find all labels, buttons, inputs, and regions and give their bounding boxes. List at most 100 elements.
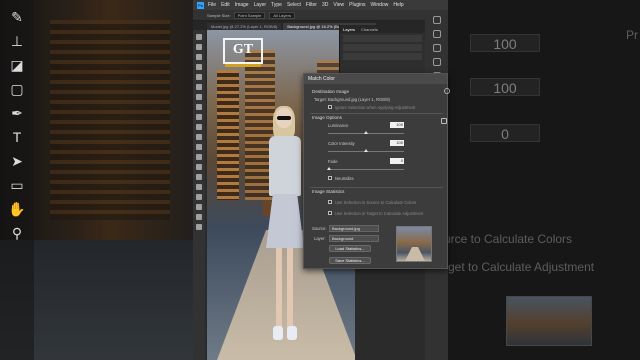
load-statistics-button[interactable]: Load Statistics... xyxy=(329,245,371,252)
use-selection-target-label: Use Selection in Target to Calculate Adj… xyxy=(335,211,424,216)
stamp-icon: ⊥ xyxy=(10,33,24,49)
neutralize-checkbox[interactable] xyxy=(328,176,332,180)
adjustments-panel-icon[interactable] xyxy=(432,44,441,52)
use-selection-target-checkbox[interactable] xyxy=(328,211,332,215)
skirt xyxy=(266,194,304,248)
tab-layers[interactable]: Layers xyxy=(343,27,355,32)
destination-image-heading: Destination Image xyxy=(312,89,350,94)
history-brush-tool-icon[interactable] xyxy=(196,124,202,130)
shape-icon: ▭ xyxy=(10,177,24,193)
layer-select-value: Background xyxy=(332,236,354,241)
options-bar: Sample Size: Point Sample All Layers xyxy=(193,10,448,21)
menu-item-edit[interactable]: Edit xyxy=(221,2,230,8)
lasso-tool-icon[interactable] xyxy=(196,54,202,60)
eraser-tool-icon[interactable] xyxy=(196,134,202,140)
tab-channels[interactable]: Channels xyxy=(361,27,378,32)
luminance-slider-thumb[interactable] xyxy=(364,131,368,134)
fade-slider[interactable] xyxy=(328,169,404,170)
pen-tool-icon[interactable] xyxy=(196,174,202,180)
building-blur xyxy=(50,20,170,220)
source-preview-thumbnail xyxy=(396,226,432,262)
brush-tool-icon[interactable] xyxy=(196,104,202,110)
blur-text-line: rget to Calculate Adjustment xyxy=(444,260,595,274)
use-selection-source-checkbox[interactable] xyxy=(328,200,332,204)
move-tool-icon[interactable] xyxy=(196,34,202,40)
color-panel-icon[interactable] xyxy=(432,58,441,66)
blur-text-line: urce to Calculate Colors xyxy=(444,232,573,246)
hand-icon: ✋ xyxy=(8,201,26,217)
blur-text-top: Pr xyxy=(626,28,638,42)
brush-icon: ✎ xyxy=(11,9,23,25)
crop-tool-icon[interactable] xyxy=(196,74,202,80)
dodge-tool-icon[interactable] xyxy=(196,164,202,170)
type-tool-icon[interactable] xyxy=(196,184,202,190)
blur-value-box: 0 xyxy=(470,124,540,142)
source-select[interactable]: Background.jpg xyxy=(329,225,379,232)
menu-item-help[interactable]: Help xyxy=(393,2,403,8)
blur-value-box: 100 xyxy=(470,34,540,52)
ignore-selection-checkbox[interactable] xyxy=(328,105,332,109)
hand-tool-icon[interactable] xyxy=(196,214,202,220)
menu-item-filter[interactable]: Filter xyxy=(306,2,317,8)
background-right-blur: 100 100 0 urce to Calculate Colors rget … xyxy=(444,0,640,360)
menu-item-layer[interactable]: Layer xyxy=(254,2,267,8)
sample-size-select[interactable]: Point Sample xyxy=(233,11,266,19)
menu-item-3d[interactable]: 3D xyxy=(322,2,328,8)
logo-underline xyxy=(225,64,261,67)
leg xyxy=(276,248,282,328)
sample-layers-select[interactable]: All Layers xyxy=(269,11,295,19)
menu-item-select[interactable]: Select xyxy=(287,2,301,8)
sunglasses xyxy=(277,116,291,120)
eraser-icon: ◪ xyxy=(10,57,24,73)
properties-panel-icon[interactable] xyxy=(432,30,441,38)
healing-tool-icon[interactable] xyxy=(196,94,202,100)
layer-select[interactable]: Background xyxy=(329,235,379,242)
model-figure xyxy=(263,106,307,360)
layer-row[interactable] xyxy=(343,44,422,51)
color-intensity-slider-thumb[interactable] xyxy=(364,149,368,152)
shape-tool-icon[interactable] xyxy=(196,204,202,210)
luminance-input[interactable]: 100 xyxy=(390,122,404,128)
match-color-dialog: Match Color Destination Image Target: Ba… xyxy=(303,73,450,269)
dialog-title: Match Color xyxy=(304,74,447,84)
menu-item-file[interactable]: File xyxy=(208,2,216,8)
target-label: Target: xyxy=(314,97,327,102)
divider xyxy=(310,187,443,188)
path-tool-icon[interactable] xyxy=(196,194,202,200)
sweater xyxy=(269,136,301,196)
fade-input[interactable]: 0 xyxy=(390,158,404,164)
layer-row[interactable] xyxy=(343,35,422,42)
fade-slider-thumb[interactable] xyxy=(327,167,331,170)
menu-item-window[interactable]: Window xyxy=(371,2,389,8)
divider xyxy=(310,113,443,114)
image-options-heading: Image Options xyxy=(312,115,342,120)
color-intensity-input[interactable]: 100 xyxy=(390,140,404,146)
handbag xyxy=(263,200,271,216)
menu-item-view[interactable]: View xyxy=(333,2,344,8)
zoom-icon: ⚲ xyxy=(11,225,23,241)
history-panel-icon[interactable] xyxy=(432,16,441,24)
type-icon: T xyxy=(12,129,22,145)
layer-row[interactable] xyxy=(343,53,422,60)
gradient-tool-icon[interactable] xyxy=(196,144,202,150)
tab-model[interactable]: Model.jpg @ 27.2% (Layer 1, RGB/8) xyxy=(207,23,282,30)
menu-item-plugins[interactable]: Plugins xyxy=(349,2,365,8)
menu-item-image[interactable]: Image xyxy=(235,2,249,8)
save-statistics-button[interactable]: Save Statistics... xyxy=(329,257,371,264)
menu-item-type[interactable]: Type xyxy=(271,2,282,8)
preview-sidewalk xyxy=(405,247,425,261)
ok-button[interactable] xyxy=(444,88,450,94)
sample-size-label: Sample Size: xyxy=(207,12,231,18)
select-tool-icon[interactable] xyxy=(196,64,202,70)
marquee-tool-icon[interactable] xyxy=(196,44,202,50)
source-select-value: Background.jpg xyxy=(332,226,360,231)
blur-tool-icon[interactable] xyxy=(196,154,202,160)
eyedropper-tool-icon[interactable] xyxy=(196,84,202,90)
layers-panel: Layers Channels xyxy=(339,25,425,75)
target-value: Background.jpg (Layer 1, RGB/8) xyxy=(328,97,390,102)
sneaker xyxy=(287,326,297,340)
photoshop-logo-icon: Ps xyxy=(197,1,204,9)
stamp-tool-icon[interactable] xyxy=(196,114,202,120)
preview-checkbox[interactable] xyxy=(441,118,447,124)
zoom-tool-icon[interactable] xyxy=(196,224,202,230)
